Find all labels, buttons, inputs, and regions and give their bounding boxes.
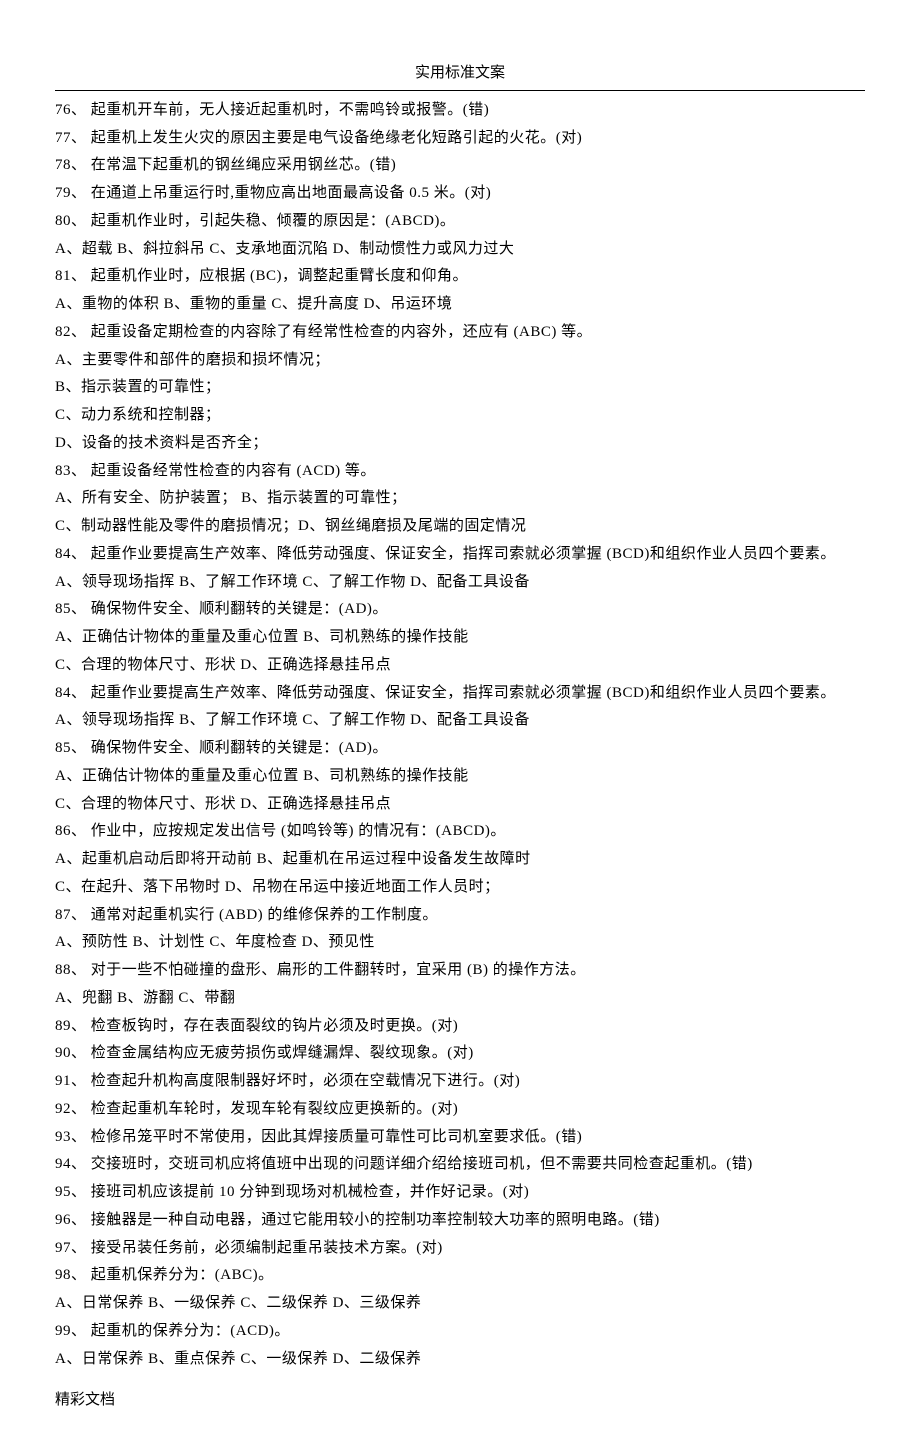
- line-43: A、日常保养 B、一级保养 C、二级保养 D、三级保养: [55, 1290, 865, 1318]
- line-12: D、设备的技术资料是否齐全；: [55, 430, 865, 458]
- line-9: A、主要零件和部件的磨损和损坏情况；: [55, 347, 865, 375]
- line-7: A、重物的体积 B、重物的重量 C、提升高度 D、吊运环境: [55, 291, 865, 319]
- line-2: 78、 在常温下起重机的钢丝绳应采用钢丝芯。(错): [55, 152, 865, 180]
- page-header: 实用标准文案: [55, 60, 865, 88]
- line-5: A、超载 B、斜拉斜吊 C、支承地面沉陷 D、制动惯性力或风力过大: [55, 236, 865, 264]
- line-14: A、所有安全、防护装置； B、指示装置的可靠性；: [55, 485, 865, 513]
- line-45: A、日常保养 B、重点保养 C、一级保养 D、二级保养: [55, 1346, 865, 1374]
- line-33: 89、 检查板钩时，存在表面裂纹的钩片必须及时更换。(对): [55, 1013, 865, 1041]
- line-40: 96、 接触器是一种自动电器，通过它能用较小的控制功率控制较大功率的照明电路。(…: [55, 1207, 865, 1235]
- line-44: 99、 起重机的保养分为：(ACD)。: [55, 1318, 865, 1346]
- line-20: C、合理的物体尺寸、形状 D、正确选择悬挂吊点: [55, 652, 865, 680]
- page: 实用标准文案 76、 起重机开车前，无人接近起重机时，不需鸣铃或报警。(错)77…: [0, 0, 920, 1445]
- line-23: 85、 确保物件安全、顺利翻转的关键是：(AD)。: [55, 735, 865, 763]
- line-21: 84、 起重作业要提高生产效率、降低劳动强度、保证安全，指挥司索就必须掌握 (B…: [55, 680, 865, 708]
- line-34: 90、 检查金属结构应无疲劳损伤或焊缝漏焊、裂纹现象。(对): [55, 1040, 865, 1068]
- line-41: 97、 接受吊装任务前，必须编制起重吊装技术方案。(对): [55, 1235, 865, 1263]
- line-25: C、合理的物体尺寸、形状 D、正确选择悬挂吊点: [55, 791, 865, 819]
- line-38: 94、 交接班时，交班司机应将值班中出现的问题详细介绍给接班司机，但不需要共同检…: [55, 1151, 865, 1179]
- line-22: A、领导现场指挥 B、了解工作环境 C、了解工作物 D、配备工具设备: [55, 707, 865, 735]
- line-30: A、预防性 B、计划性 C、年度检查 D、预见性: [55, 929, 865, 957]
- line-10: B、指示装置的可靠性；: [55, 374, 865, 402]
- line-27: A、起重机启动后即将开动前 B、起重机在吊运过程中设备发生故障时: [55, 846, 865, 874]
- line-16: 84、 起重作业要提高生产效率、降低劳动强度、保证安全，指挥司索就必须掌握 (B…: [55, 541, 865, 569]
- line-6: 81、 起重机作业时，应根据 (BC)，调整起重臂长度和仰角。: [55, 263, 865, 291]
- line-13: 83、 起重设备经常性检查的内容有 (ACD) 等。: [55, 458, 865, 486]
- line-11: C、动力系统和控制器；: [55, 402, 865, 430]
- line-26: 86、 作业中，应按规定发出信号 (如鸣铃等) 的情况有：(ABCD)。: [55, 818, 865, 846]
- line-15: C、制动器性能及零件的磨损情况；D、钢丝绳磨损及尾端的固定情况: [55, 513, 865, 541]
- line-18: 85、 确保物件安全、顺利翻转的关键是：(AD)。: [55, 596, 865, 624]
- line-24: A、正确估计物体的重量及重心位置 B、司机熟练的操作技能: [55, 763, 865, 791]
- line-19: A、正确估计物体的重量及重心位置 B、司机熟练的操作技能: [55, 624, 865, 652]
- line-28: C、在起升、落下吊物时 D、吊物在吊运中接近地面工作人员时；: [55, 874, 865, 902]
- line-17: A、领导现场指挥 B、了解工作环境 C、了解工作物 D、配备工具设备: [55, 569, 865, 597]
- line-35: 91、 检查起升机构高度限制器好坏时，必须在空载情况下进行。(对): [55, 1068, 865, 1096]
- line-3: 79、 在通道上吊重运行时,重物应高出地面最高设备 0.5 米。(对): [55, 180, 865, 208]
- line-39: 95、 接班司机应该提前 10 分钟到现场对机械检查，并作好记录。(对): [55, 1179, 865, 1207]
- header-rule: [55, 90, 865, 91]
- page-footer: 精彩文档: [55, 1387, 865, 1415]
- line-8: 82、 起重设备定期检查的内容除了有经常性检查的内容外，还应有 (ABC) 等。: [55, 319, 865, 347]
- line-31: 88、 对于一些不怕碰撞的盘形、扁形的工件翻转时，宜采用 (B) 的操作方法。: [55, 957, 865, 985]
- line-4: 80、 起重机作业时，引起失稳、倾覆的原因是：(ABCD)。: [55, 208, 865, 236]
- line-32: A、兜翻 B、游翻 C、带翻: [55, 985, 865, 1013]
- line-36: 92、 检查起重机车轮时，发现车轮有裂纹应更换新的。(对): [55, 1096, 865, 1124]
- line-42: 98、 起重机保养分为：(ABC)。: [55, 1262, 865, 1290]
- document-body: 76、 起重机开车前，无人接近起重机时，不需鸣铃或报警。(错)77、 起重机上发…: [55, 97, 865, 1374]
- line-0: 76、 起重机开车前，无人接近起重机时，不需鸣铃或报警。(错): [55, 97, 865, 125]
- line-1: 77、 起重机上发生火灾的原因主要是电气设备绝缘老化短路引起的火花。(对): [55, 125, 865, 153]
- line-37: 93、 检修吊笼平时不常使用，因此其焊接质量可靠性可比司机室要求低。(错): [55, 1124, 865, 1152]
- line-29: 87、 通常对起重机实行 (ABD) 的维修保养的工作制度。: [55, 902, 865, 930]
